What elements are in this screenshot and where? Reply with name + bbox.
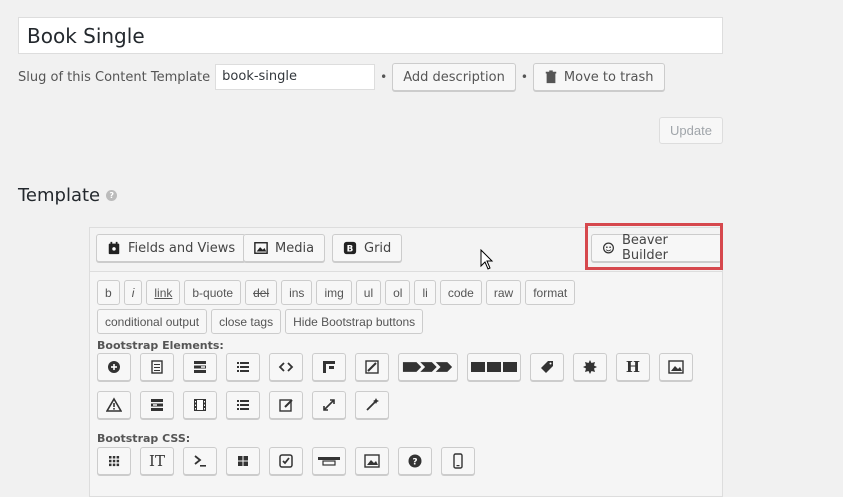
svg-text:B: B [347, 245, 354, 255]
heading-glyph: H [625, 358, 641, 376]
video-icon[interactable] [183, 391, 217, 419]
slug-label: Slug of this Content Template [18, 69, 211, 85]
qt-del[interactable]: del [245, 280, 278, 305]
fields-and-views-button[interactable]: Fields and Views [96, 234, 247, 262]
qt-code[interactable]: code [439, 280, 482, 305]
move-to-trash-button[interactable]: Move to trash [532, 63, 665, 91]
title-input[interactable]: Book Single [18, 17, 723, 54]
separator-dot: • [380, 70, 388, 84]
qt-hide-bootstrap-buttons[interactable]: Hide Bootstrap buttons [285, 309, 424, 334]
slug-input[interactable]: book-single [215, 64, 376, 90]
grid-button[interactable]: B Grid [332, 234, 403, 262]
badge-icon[interactable] [573, 353, 607, 381]
list-icon[interactable] [226, 353, 260, 381]
terminal-icon[interactable] [183, 447, 217, 475]
tiles-icon[interactable] [226, 447, 260, 475]
update-button[interactable]: Update [659, 117, 723, 144]
fields-views-icon [108, 241, 120, 255]
tag-icon[interactable] [530, 353, 564, 381]
qt-link[interactable]: link [146, 280, 181, 305]
bootstrap-css-row: IT ? [97, 447, 484, 475]
quicktags-row-2: conditional output close tags Hide Boots… [97, 309, 424, 334]
qt-b[interactable]: b [97, 280, 120, 305]
image-icon[interactable] [659, 353, 693, 381]
jumbotron-icon[interactable] [312, 353, 346, 381]
section-title: Template ? [18, 185, 118, 206]
separator-dot: • [520, 70, 528, 84]
qt-b-quote[interactable]: b-quote [184, 280, 242, 305]
grid-icon[interactable] [97, 447, 131, 475]
bootstrap-elements-label: Bootstrap Elements: [97, 339, 224, 352]
help-circle-icon[interactable]: ? [398, 447, 432, 475]
media-icon [254, 242, 268, 254]
typography-glyph: IT [149, 452, 165, 470]
bootstrap-elements-row-2 [97, 391, 398, 419]
heading-icon[interactable]: H [616, 353, 650, 381]
plus-circle-icon[interactable] [97, 353, 131, 381]
section-title-label: Template [18, 185, 101, 206]
qt-ul[interactable]: ul [355, 280, 382, 305]
add-description-button[interactable]: Add description [392, 63, 516, 91]
grid-label: Grid [364, 240, 392, 256]
code-icon[interactable] [269, 353, 303, 381]
qt-close-tags[interactable]: close tags [211, 309, 282, 334]
qt-raw[interactable]: raw [485, 280, 522, 305]
help-icon[interactable]: ? [106, 190, 118, 201]
media-label: Media [275, 240, 315, 256]
qt-img[interactable]: img [316, 280, 352, 305]
quicktags-row-1: b i link b-quote del ins img ul ol li co… [97, 280, 576, 305]
media-button[interactable]: Media [243, 234, 326, 262]
magic-wand-icon[interactable] [355, 391, 389, 419]
fields-and-views-label: Fields and Views [128, 240, 236, 256]
qt-li[interactable]: li [414, 280, 436, 305]
mouse-cursor-icon [480, 249, 494, 270]
media-object-icon[interactable] [140, 391, 174, 419]
alert-icon[interactable] [97, 391, 131, 419]
qt-i[interactable]: i [123, 280, 143, 305]
qt-conditional-output[interactable]: conditional output [97, 309, 208, 334]
qt-ins[interactable]: ins [281, 280, 313, 305]
list-group-icon[interactable] [183, 353, 217, 381]
image-css-icon[interactable] [355, 447, 389, 475]
checkbox-icon[interactable] [269, 447, 303, 475]
bootstrap-elements-row-1: H [97, 353, 702, 381]
button-group-icon[interactable] [467, 353, 521, 381]
bootstrap-icon: B [343, 241, 357, 255]
expand-icon[interactable] [312, 391, 346, 419]
mobile-icon[interactable] [441, 447, 475, 475]
edit-off-icon[interactable] [355, 353, 389, 381]
qt-format[interactable]: format [525, 280, 576, 305]
qt-ol[interactable]: ol [385, 280, 411, 305]
navbar-icon[interactable] [312, 447, 346, 475]
trash-icon [545, 70, 557, 84]
svg-text:?: ? [412, 458, 417, 468]
panel-icon[interactable] [140, 353, 174, 381]
slug-row: Slug of this Content Template book-singl… [18, 63, 665, 91]
list-unstyled-icon[interactable] [226, 391, 260, 419]
move-to-trash-label: Move to trash [563, 69, 654, 85]
beaver-builder-highlight [585, 223, 723, 270]
bootstrap-css-label: Bootstrap CSS: [97, 432, 191, 445]
edit-icon[interactable] [269, 391, 303, 419]
typography-icon[interactable]: IT [140, 447, 174, 475]
breadcrumb-icon[interactable] [398, 353, 458, 381]
